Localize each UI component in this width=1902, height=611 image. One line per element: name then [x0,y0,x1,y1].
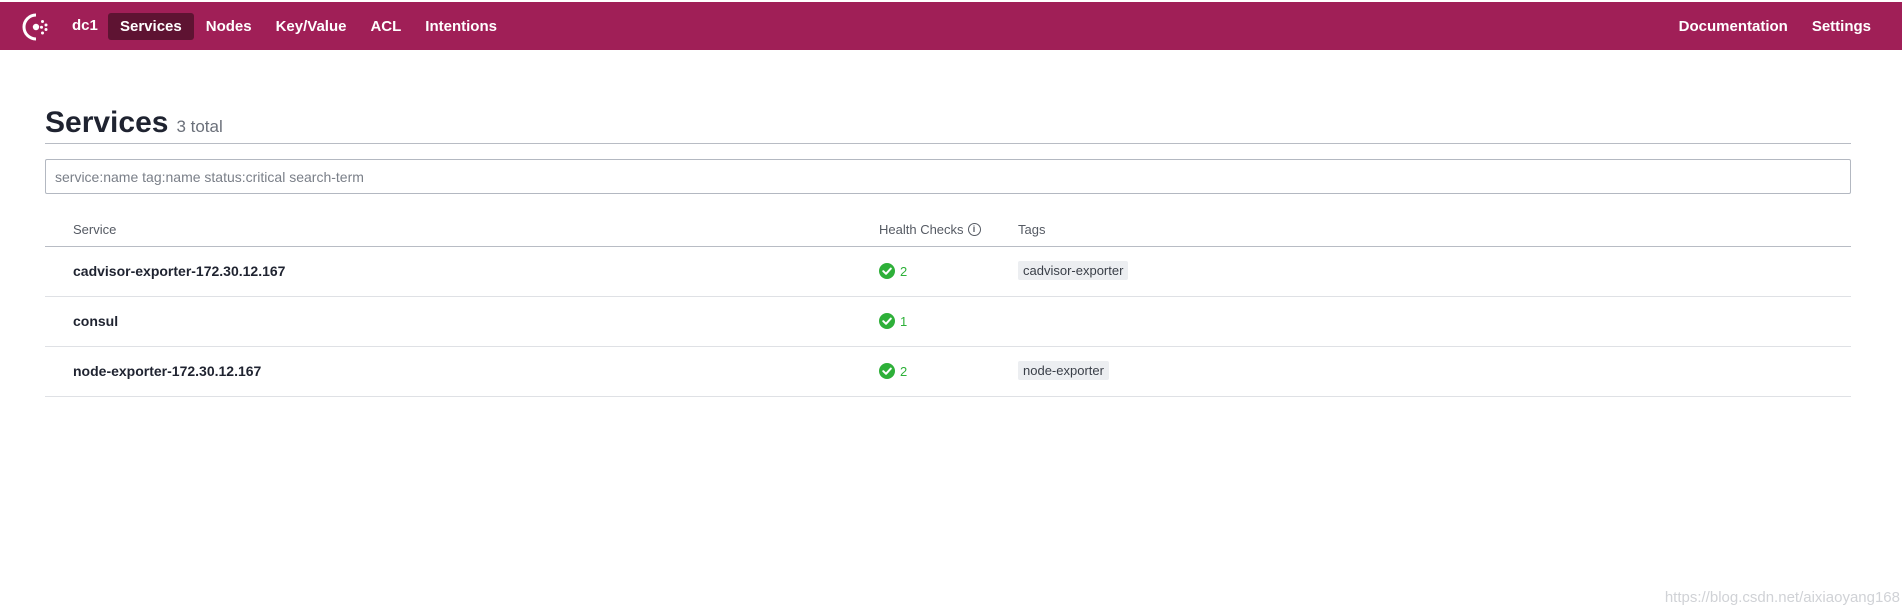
page-header: Services 3 total [45,106,223,140]
nav-item-acl[interactable]: ACL [358,13,413,40]
search-input[interactable] [45,159,1851,194]
health-check-count: 2 [900,363,908,379]
nav-item-documentation[interactable]: Documentation [1667,13,1800,40]
main-nav: Services Nodes Key/Value ACL Intentions [108,13,509,40]
nav-item-intentions[interactable]: Intentions [413,13,509,40]
service-name[interactable]: cadvisor-exporter-172.30.12.167 [73,263,285,279]
health-check-count: 2 [900,263,908,279]
secondary-nav: Documentation Settings [1667,13,1883,40]
passing-check-icon [879,263,895,279]
health-checks-cell: 2 [879,263,907,279]
services-table: Service Health Checks i Tags cadvisor-ex… [45,218,1851,397]
column-header-service: Service [73,222,117,237]
nav-item-services[interactable]: Services [108,13,194,40]
nav-item-nodes[interactable]: Nodes [194,13,264,40]
service-name[interactable]: consul [73,313,118,329]
passing-check-icon [879,313,895,329]
column-header-tags: Tags [1018,222,1046,237]
page-title: Services [45,106,169,139]
datacenter-selector[interactable]: dc1 [72,17,98,34]
column-header-health-label: Health Checks [879,222,964,237]
service-tag: node-exporter [1018,361,1109,380]
health-check-count: 1 [900,313,908,329]
header-divider [45,143,1851,144]
watermark: https://blog.csdn.net/aixiaoyang168 [1664,589,1900,606]
nav-item-settings[interactable]: Settings [1800,13,1883,40]
passing-check-icon [879,363,895,379]
service-tag: cadvisor-exporter [1018,261,1129,280]
services-total-count: 3 total [176,117,223,136]
column-header-health-checks: Health Checks i [879,222,981,237]
table-header: Service Health Checks i Tags [45,218,1851,247]
table-row[interactable]: node-exporter-172.30.12.167 2 node-expor… [45,347,1851,397]
top-navigation-bar: dc1 Services Nodes Key/Value ACL Intenti… [0,2,1902,51]
nav-item-key-value[interactable]: Key/Value [264,13,359,40]
health-checks-cell: 1 [879,313,907,329]
info-icon[interactable]: i [967,223,981,236]
table-row[interactable]: consul 1 [45,297,1851,347]
health-checks-cell: 2 [879,363,907,379]
table-row[interactable]: cadvisor-exporter-172.30.12.167 2 cadvis… [45,247,1851,297]
consul-logo-icon[interactable] [19,10,53,44]
service-name[interactable]: node-exporter-172.30.12.167 [73,363,261,379]
